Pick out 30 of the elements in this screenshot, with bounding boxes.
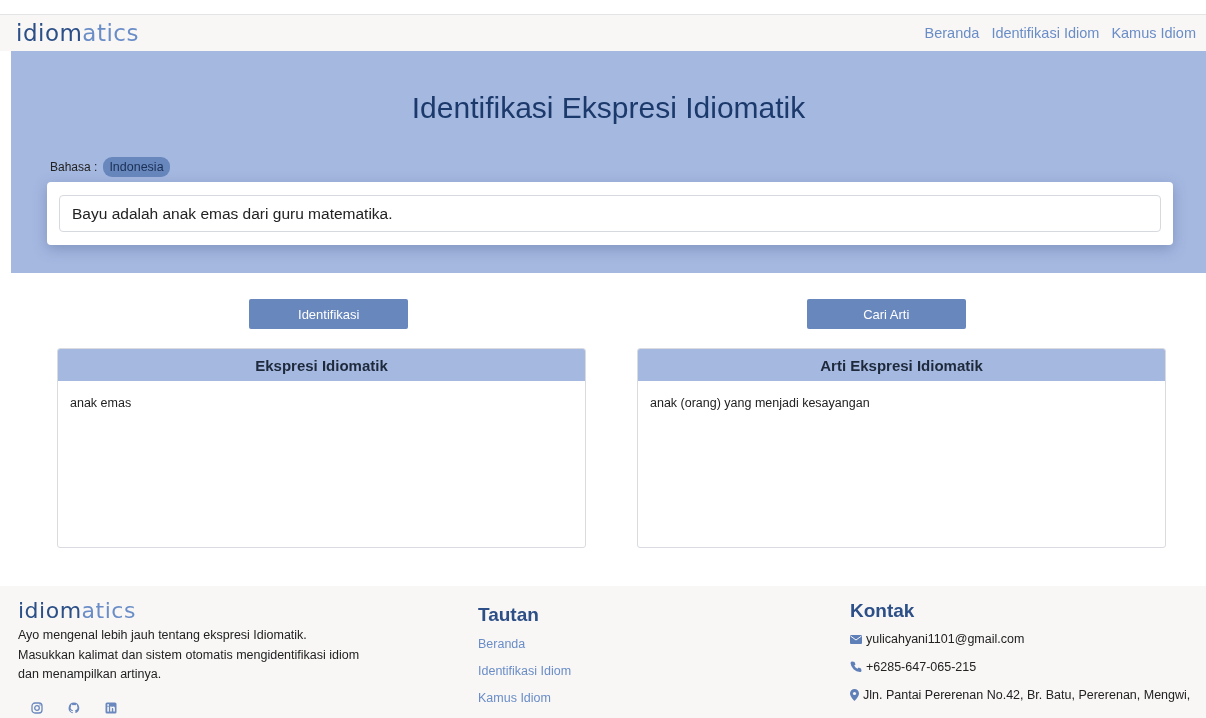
instagram-icon[interactable] [31,701,43,714]
page-title: Identifikasi Ekspresi Idiomatik [410,91,807,125]
nav-link[interactable]: Kamus Idiom [1111,25,1196,41]
footer-link[interactable]: Beranda [478,637,526,651]
location-pin-icon [850,689,859,701]
language-label: Bahasa : [50,160,98,174]
contact-text: yulicahyani1101@gmail.com [866,632,1025,646]
footer-link[interactable]: Identifikasi Idiom [478,664,572,678]
logo[interactable]: idiomatics [16,21,139,45]
action-button[interactable]: Identifikasi [249,299,409,329]
nav-link[interactable]: Beranda [924,25,980,41]
links-heading: Tautan [478,604,539,626]
panel-text: anak emas [70,396,132,410]
panel-header: Arti Ekspresi Idiomatik [638,349,1165,381]
about-text: Ayo mengenal lebih jauh tentang ekspresi Idiomatik. Masukkan kalimat dan sistem otomatis mengidentifikasi idiom dan menampilkan artinya. [18,627,360,683]
nav-link[interactable]: Identifikasi Idiom [991,25,1100,41]
language-badge: Indonesia [103,157,170,177]
github-icon[interactable] [68,701,80,714]
contact-text: +6285-647-065-215 [866,660,977,674]
contact-text: Jln. Pantai Pererenan No.42, Br. Batu, Pererenan, Mengwi, [863,688,1191,702]
sentence-input[interactable]: Bayu adalah anak emas dari guru matematika. [59,195,1161,232]
envelope-icon [850,634,862,644]
action-button[interactable]: Cari Arti [806,299,966,329]
panel-text: anak (orang) yang menjadi kesayangan [650,396,870,410]
panel-header: Ekspresi Idiomatik [58,349,585,381]
phone-icon [850,661,862,673]
footer-logo: idiomatics [18,600,136,622]
footer-link[interactable]: Kamus Idiom [478,691,551,705]
linkedin-icon[interactable] [105,701,117,714]
contact-heading: Kontak [850,600,915,622]
